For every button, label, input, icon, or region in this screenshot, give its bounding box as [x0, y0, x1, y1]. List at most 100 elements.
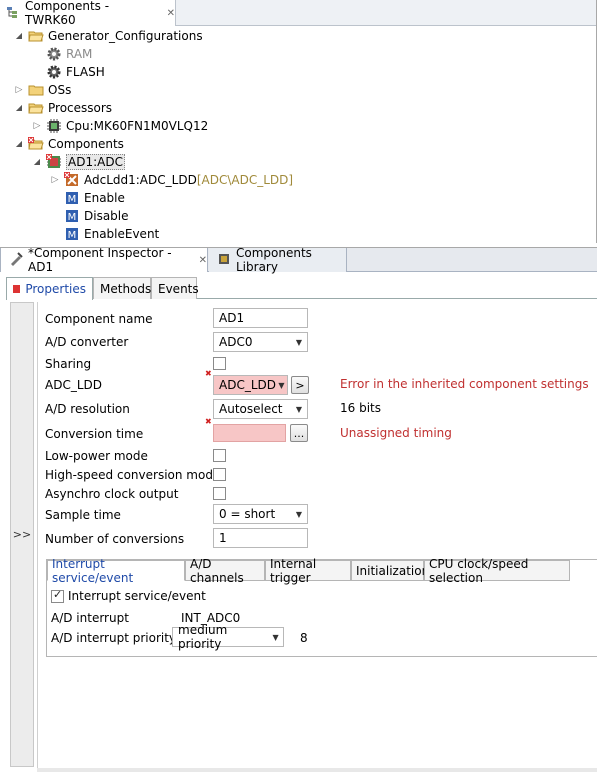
tree-item-enable[interactable]: M Enable: [50, 189, 125, 207]
tree-item-suffix: [ADC\ADC_LDD]: [196, 173, 294, 187]
close-icon[interactable]: ✕: [167, 8, 175, 19]
high-speed-checkbox[interactable]: [213, 468, 226, 481]
gear-icon: [46, 64, 62, 80]
tree-item-disable[interactable]: M Disable: [50, 207, 129, 225]
tree-item-label: Disable: [84, 209, 129, 223]
sample-time-select[interactable]: 0 = short ▼: [213, 504, 308, 524]
tab-events[interactable]: Events: [151, 277, 199, 299]
components-view-tabbar: Components - TWRK60 ✕: [0, 0, 596, 27]
interrupt-tab-group: Interrupt service/event A/D channels Int…: [46, 557, 597, 657]
expand-toggle-icon[interactable]: [14, 31, 24, 41]
adc-ldd-select[interactable]: ADC_LDD ▼: [213, 375, 288, 395]
expand-panel-button[interactable]: >>: [10, 302, 34, 767]
tree-item-label: Cpu:MK60FN1M0VLQ12: [66, 119, 209, 133]
chevron-down-icon: ▼: [295, 337, 303, 347]
properties-panel: Component name AD1 A/D converter ADC0 ▼ …: [37, 302, 597, 772]
ad-converter-select[interactable]: ADC0 ▼: [213, 332, 308, 352]
tab-components-library[interactable]: Components Library: [209, 246, 347, 274]
component-error-icon: [46, 154, 62, 170]
close-icon[interactable]: ✕: [199, 255, 207, 266]
horizontal-scrollbar[interactable]: [37, 768, 597, 772]
tree-item-label: AD1:ADC: [66, 154, 125, 170]
error-marker-icon: ✖: [205, 417, 212, 426]
tree-item-processors[interactable]: Processors: [14, 99, 112, 117]
tree-item-label: Components: [48, 137, 124, 151]
tab-internal-trigger[interactable]: Internal trigger: [265, 557, 351, 585]
method-icon: M: [64, 208, 80, 224]
tab-label: Components Library: [236, 246, 312, 274]
expand-toggle-icon[interactable]: [50, 175, 60, 185]
chevron-down-icon: ▼: [278, 380, 285, 390]
sample-time-value: 0 = short: [219, 507, 276, 521]
tree-item-enableevent[interactable]: M EnableEvent: [50, 225, 159, 243]
tree-item-label: EnableEvent: [84, 227, 160, 241]
tab-cpu-clock[interactable]: CPU clock/speed selection: [424, 557, 570, 585]
inspector-tabbar: *Component Inspector - AD1 ✕ Components …: [0, 246, 597, 274]
tab-component-inspector[interactable]: *Component Inspector - AD1 ✕: [0, 246, 208, 274]
ad-resolution-select[interactable]: Autoselect ▼: [213, 399, 308, 419]
tree-item-components[interactable]: Components: [14, 135, 124, 153]
inspector-icon: [9, 251, 23, 269]
tree-item-label: OSs: [48, 83, 72, 97]
tab-interrupt-service[interactable]: Interrupt service/event: [47, 557, 185, 585]
tree-item-label: Processors: [48, 101, 113, 115]
tab-ad-channels[interactable]: A/D channels: [185, 557, 265, 585]
tree-item-label: RAM: [66, 47, 93, 61]
expand-toggle-icon[interactable]: [14, 139, 24, 149]
conversion-time-input[interactable]: [213, 424, 286, 442]
ad-resolution-value: Autoselect: [219, 402, 283, 416]
tree-item-flash[interactable]: FLASH: [32, 63, 105, 81]
sharing-checkbox[interactable]: [213, 357, 226, 370]
expand-panel-label: >>: [12, 528, 32, 541]
method-icon: M: [64, 226, 80, 242]
adc-ldd-error-text: Error in the inherited component setting…: [340, 377, 589, 391]
expand-toggle-icon[interactable]: [32, 157, 42, 167]
inspector-subtabs: Properties Methods Events: [6, 277, 597, 300]
interrupt-service-row[interactable]: Interrupt service/event: [51, 586, 206, 606]
tab-properties[interactable]: Properties: [6, 277, 93, 300]
expand-toggle-icon[interactable]: [14, 85, 24, 95]
ad-interrupt-priority-select[interactable]: medium priority ▼: [172, 623, 284, 651]
components-view-tab[interactable]: Components - TWRK60 ✕: [0, 0, 176, 27]
low-power-checkbox[interactable]: [213, 449, 226, 462]
components-view-icon: [6, 5, 20, 22]
tree-item-ram[interactable]: RAM: [32, 45, 92, 63]
folder-open-icon: [28, 28, 44, 44]
tree-item-label: AdcLdd1:ADC_LDD: [84, 173, 197, 187]
tree-item-label: Enable: [84, 191, 125, 205]
tree-item-oss[interactable]: OSs: [14, 81, 71, 99]
gear-icon: [46, 46, 62, 62]
adc-ldd-goto-button[interactable]: >: [291, 376, 309, 394]
component-name-input[interactable]: AD1: [213, 308, 308, 328]
tab-events-label: Events: [158, 281, 199, 296]
tab-label: *Component Inspector - AD1: [28, 246, 172, 274]
async-clock-checkbox[interactable]: [213, 487, 226, 500]
folder-error-icon: [28, 136, 44, 152]
expand-toggle-icon[interactable]: [32, 121, 42, 131]
num-conversions-input[interactable]: 1: [213, 528, 308, 548]
tree-item-adcldd1[interactable]: AdcLdd1:ADC_LDD [ADC\ADC_LDD]: [50, 171, 293, 189]
interrupt-service-checkbox[interactable]: [51, 588, 64, 603]
ad-resolution-info: 16 bits: [340, 401, 381, 415]
component-error-icon: [64, 172, 80, 188]
chevron-down-icon: ▼: [295, 509, 303, 519]
chevron-down-icon: ▼: [272, 632, 279, 642]
conversion-time-error-text: Unassigned timing: [340, 426, 452, 440]
ad-interrupt-priority-value: medium priority: [178, 623, 228, 651]
tree-item-generator-configurations[interactable]: Generator_Configurations: [14, 27, 203, 45]
tab-methods[interactable]: Methods: [93, 277, 151, 299]
tree-item-ad1[interactable]: AD1:ADC: [32, 153, 125, 171]
tab-initialization[interactable]: Initialization: [351, 560, 429, 581]
prop-label-high-speed: High-speed conversion mode: [45, 468, 221, 482]
svg-text:M: M: [68, 230, 77, 241]
expand-toggle-icon[interactable]: [14, 103, 24, 113]
conversion-time-browse-button[interactable]: ...: [290, 424, 308, 442]
error-icon: [13, 285, 21, 293]
folder-icon: [28, 82, 44, 98]
ad-interrupt-label: A/D interrupt: [51, 611, 129, 625]
tab-properties-label: Properties: [25, 282, 86, 296]
prop-label-sample-time: Sample time: [45, 508, 121, 522]
ad-interrupt-priority-label: A/D interrupt priority: [51, 631, 177, 645]
chevron-down-icon: ▼: [295, 404, 303, 414]
tree-item-cpu[interactable]: Cpu:MK60FN1M0VLQ12: [32, 117, 208, 135]
